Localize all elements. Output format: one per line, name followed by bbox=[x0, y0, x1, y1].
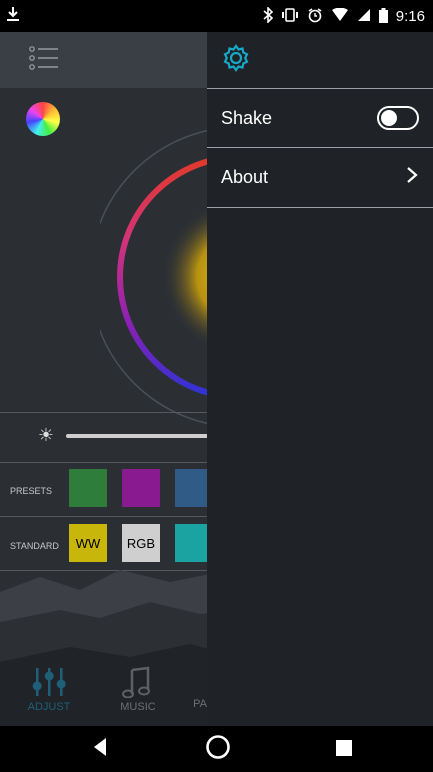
status-time: 9:16 bbox=[395, 7, 425, 25]
drawer-item-about[interactable]: About bbox=[207, 148, 433, 208]
home-button[interactable] bbox=[205, 734, 231, 765]
shake-toggle[interactable] bbox=[377, 106, 419, 130]
back-button[interactable] bbox=[91, 735, 109, 764]
tab-adjust[interactable]: ADJUST bbox=[24, 666, 74, 726]
about-label: About bbox=[221, 167, 269, 187]
system-nav-bar bbox=[0, 726, 433, 772]
status-bar: 9:16 bbox=[0, 0, 433, 32]
recents-square-icon bbox=[336, 740, 352, 756]
shake-label: Shake bbox=[221, 107, 273, 128]
vibrate-icon bbox=[281, 8, 299, 24]
wifi-icon bbox=[331, 7, 349, 24]
alarm-icon bbox=[307, 7, 323, 25]
presets-label: PRESETS bbox=[10, 486, 53, 496]
preset-swatch-blue[interactable] bbox=[175, 469, 207, 507]
home-circle-icon bbox=[206, 735, 230, 759]
tab-adjust-label: ADJUST bbox=[27, 701, 71, 713]
color-palette-icon[interactable] bbox=[26, 102, 60, 136]
slider-track[interactable] bbox=[66, 434, 216, 438]
tab-music-label: MUSIC bbox=[120, 701, 156, 713]
drawer-item-shake[interactable]: Shake bbox=[207, 88, 433, 148]
music-note-icon bbox=[122, 666, 150, 699]
preset-swatch-purple[interactable] bbox=[122, 469, 160, 507]
bluetooth-icon bbox=[263, 6, 273, 25]
recents-button[interactable] bbox=[335, 739, 353, 762]
tab-music[interactable]: MUSIC bbox=[113, 666, 163, 726]
back-triangle-icon bbox=[94, 738, 106, 756]
settings-drawer: Shake About bbox=[207, 32, 433, 726]
download-icon bbox=[6, 6, 20, 26]
standard-label: STANDARD bbox=[10, 541, 59, 551]
equalizer-icon bbox=[32, 668, 66, 696]
battery-icon bbox=[378, 7, 388, 25]
cell-signal-icon bbox=[357, 8, 371, 24]
status-icons: 9:16 bbox=[263, 6, 425, 25]
list-menu-icon[interactable] bbox=[28, 44, 60, 74]
chevron-right-icon bbox=[405, 165, 419, 190]
drawer-header bbox=[207, 32, 433, 88]
toggle-knob bbox=[381, 110, 397, 126]
gear-icon bbox=[221, 43, 251, 78]
preset-swatch-green[interactable] bbox=[69, 469, 107, 507]
brightness-icon: ☀ bbox=[37, 425, 55, 445]
